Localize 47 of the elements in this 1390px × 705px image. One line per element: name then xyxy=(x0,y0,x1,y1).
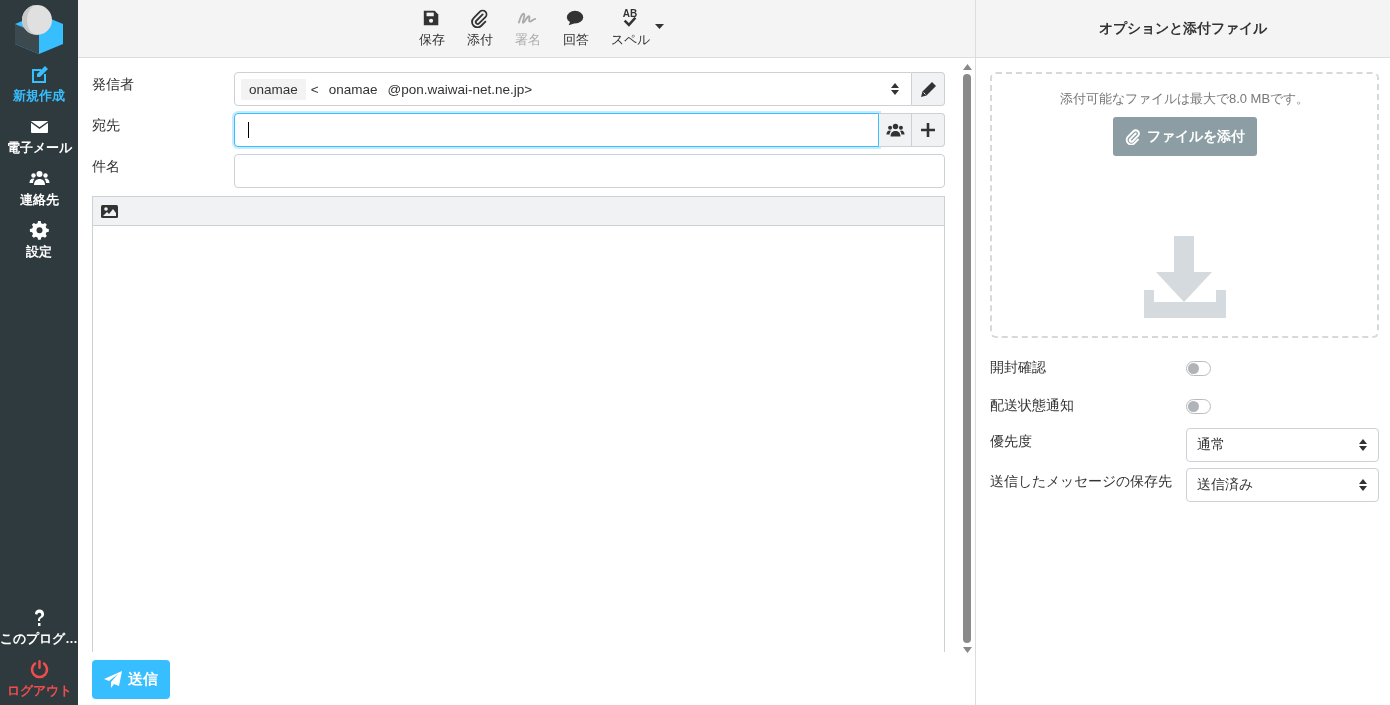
speech-bubble-icon xyxy=(566,9,585,28)
field-label: 件名 xyxy=(92,158,121,176)
recipient-field[interactable] xyxy=(234,113,879,147)
paper-plane-icon xyxy=(104,671,122,688)
paperclip-icon xyxy=(1124,128,1141,145)
settings-icon xyxy=(28,220,50,241)
sidebar-item[interactable]: 設定 xyxy=(0,214,78,266)
contacts-button[interactable] xyxy=(879,113,912,147)
field-label: 発信者 xyxy=(92,76,135,94)
sort-arrows-icon xyxy=(1359,479,1367,491)
option-label: 送信したメッセージの保存先 xyxy=(990,473,1173,491)
panel-title: オプションと添付ファイル xyxy=(1099,19,1267,38)
sidebar-item[interactable]: このプログ… xyxy=(0,601,78,653)
image-icon[interactable] xyxy=(101,204,118,218)
toolbar-button[interactable]: 保存 xyxy=(407,0,456,49)
sidebar-item[interactable]: 新規作成 xyxy=(0,58,78,110)
paperclip-icon xyxy=(470,9,489,28)
dropdown-caret-icon[interactable] xyxy=(654,24,664,30)
toolbar-button[interactable]: AB スペル xyxy=(599,0,661,49)
sidebar-item[interactable]: 連絡先 xyxy=(0,162,78,214)
file-dropzone[interactable]: 添付可能なファイルは最大で8.0 MBです。 ファイルを添付 xyxy=(990,72,1379,338)
option-label: 開封確認 xyxy=(990,359,1047,377)
dropdown-select[interactable]: 通常 xyxy=(1186,428,1379,462)
toggle-switch[interactable] xyxy=(1186,360,1211,376)
power-icon xyxy=(28,659,50,680)
add-recipient-button[interactable] xyxy=(912,113,945,147)
sort-arrows-icon xyxy=(891,83,899,95)
toggle-switch[interactable] xyxy=(1186,398,1211,414)
sort-arrows-icon xyxy=(1359,439,1367,451)
attachment-hint: 添付可能なファイルは最大で8.0 MBです。 xyxy=(1059,90,1310,108)
save-icon xyxy=(422,9,441,28)
download-icon xyxy=(1143,236,1226,318)
option-label: 優先度 xyxy=(990,433,1033,451)
cube-logo-icon xyxy=(12,2,66,56)
scroll-down-icon[interactable] xyxy=(962,647,972,653)
toolbar-button[interactable]: 回答 xyxy=(551,0,600,49)
field-label: 宛先 xyxy=(92,117,121,135)
sender-select[interactable]: onamae < onamae @pon.waiwai-net.ne.jp> xyxy=(234,72,912,106)
option-label: 配送状態通知 xyxy=(990,397,1075,415)
sidebar-item[interactable]: 電子メール xyxy=(0,110,78,162)
plus-icon xyxy=(921,123,935,137)
edit-identity-button[interactable] xyxy=(912,72,945,106)
dropdown-select[interactable]: 送信済み xyxy=(1186,468,1379,502)
toolbar-button[interactable]: 添付 xyxy=(455,0,504,49)
scroll-up-icon[interactable] xyxy=(962,64,972,70)
pencil-icon xyxy=(920,81,936,97)
subject-field[interactable] xyxy=(234,154,945,188)
